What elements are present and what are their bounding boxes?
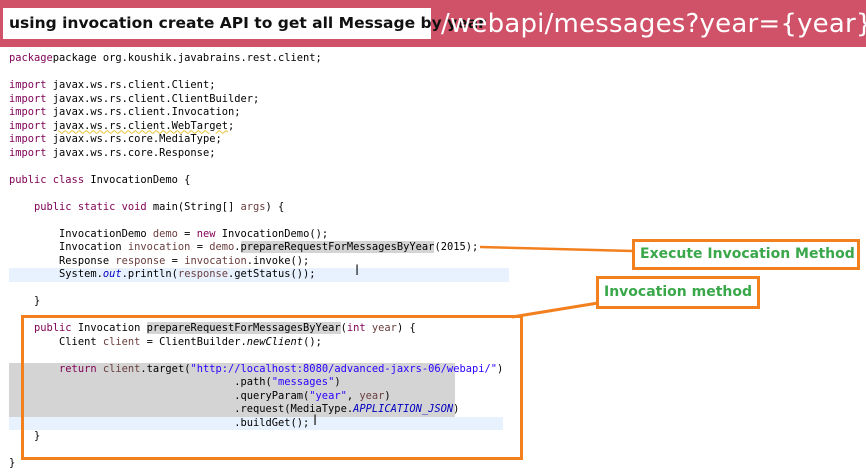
dot: . [234, 241, 241, 253]
var-demo: demo [209, 241, 235, 253]
main-method-declaration: public static void main(String[] args) { [9, 201, 859, 215]
current-line: System.out.println(response.getStatus())… [9, 268, 509, 282]
var-invocation: invocation [184, 254, 247, 267]
class-keyword: public class [9, 173, 85, 186]
semicolon: ; [227, 119, 235, 132]
header-banner: using invocation create API to get all M… [0, 0, 866, 47]
text-cursor-icon: I [355, 263, 360, 279]
import-keyword: import [9, 106, 47, 118]
op: = [190, 241, 210, 253]
annotation-execute-invocation: Execute Invocation Method [632, 239, 860, 270]
closing-brace: } [9, 457, 16, 469]
import-keyword: import [9, 133, 47, 145]
import-path: javax.ws.rs.core.Response; [46, 146, 216, 159]
invocation-method-frame [21, 315, 523, 460]
field-out: out [102, 268, 122, 280]
op: = [177, 227, 197, 240]
import-path: javax.ws.rs.client.Invocation; [46, 106, 241, 118]
import-keyword: import [9, 79, 47, 91]
brace: ) { [265, 200, 285, 213]
slide-title: using invocation create API to get all M… [3, 8, 486, 39]
type: Response [59, 254, 116, 267]
type: Invocation [59, 241, 128, 253]
endpoint-url: /webapi/messages?year={year} [441, 9, 866, 39]
connector-line [480, 245, 634, 253]
code-line: import javax.ws.rs.client.ClientBuilder; [9, 93, 859, 107]
class-name: InvocationDemo { [84, 173, 191, 186]
var-response: response [115, 254, 166, 267]
println: .println( [121, 268, 178, 280]
code-line: import javax.ws.rs.client.WebTarget; [9, 120, 859, 134]
args: (2015); [434, 241, 479, 253]
code-line: packagepackage org.koushik.javabrains.re… [9, 52, 859, 66]
import-keyword: import [9, 92, 47, 105]
var-response: response [177, 268, 228, 280]
type: InvocationDemo [59, 227, 153, 240]
code-line: import javax.ws.rs.client.Client; [9, 79, 859, 93]
invoke-call: .invoke(); [246, 254, 310, 267]
package-name: package org.koushik.javabrains.rest.clie… [52, 52, 322, 64]
modifiers: public static void [34, 200, 147, 213]
method-signature: main(String[] [146, 200, 241, 213]
import-path: javax.ws.rs.client.Client; [46, 79, 216, 91]
package-keyword: package [9, 52, 53, 64]
annotation-invocation-method: Invocation method [596, 276, 760, 309]
import-path: javax.ws.rs.core.MediaType; [46, 133, 222, 145]
op: = [165, 254, 185, 267]
connector-line [511, 301, 599, 319]
status-call: .getStatus()); [227, 268, 316, 280]
ctor: InvocationDemo(); [215, 227, 329, 240]
code-line: import javax.ws.rs.core.MediaType; [9, 133, 859, 147]
import-keyword: import [9, 146, 47, 159]
code-line: import javax.ws.rs.client.Invocation; [9, 106, 859, 120]
import-path-warning: javax.ws.rs.client.WebTarget [52, 119, 228, 132]
param-args: args [240, 200, 266, 213]
closing-brace: } [34, 295, 41, 307]
var-demo: demo [152, 227, 178, 240]
new-keyword: new [196, 227, 216, 240]
import-keyword: import [9, 119, 47, 132]
class-declaration: public class InvocationDemo { [9, 174, 859, 188]
method-call-highlight[interactable]: prepareRequestForMessagesByYear [240, 241, 435, 253]
code-line: import javax.ws.rs.core.Response; [9, 147, 859, 161]
var-invocation: invocation [127, 241, 191, 253]
system: System. [59, 268, 103, 280]
import-path: javax.ws.rs.client.ClientBuilder; [46, 92, 260, 105]
